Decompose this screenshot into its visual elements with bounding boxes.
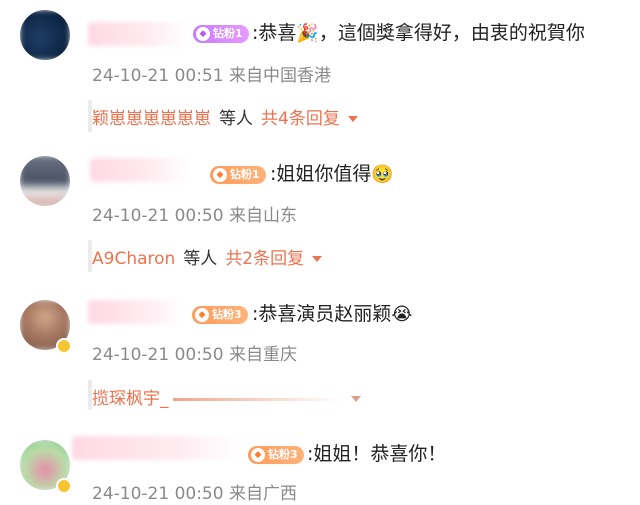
diamond-icon: ◆ bbox=[195, 308, 209, 322]
fan-badge[interactable]: ◆ 钻粉1 bbox=[210, 166, 266, 184]
fan-badge[interactable]: ◆ 钻粉3 bbox=[248, 446, 304, 464]
username-blurred[interactable] bbox=[88, 22, 188, 46]
chevron-down-icon[interactable] bbox=[312, 256, 323, 262]
fan-badge[interactable]: ◆ 钻粉3 bbox=[192, 306, 248, 324]
crying-face-icon: 😭 bbox=[391, 304, 413, 325]
username-blurred[interactable] bbox=[90, 158, 190, 182]
chevron-down-icon[interactable] bbox=[350, 396, 361, 402]
reply-names[interactable]: 颖崽崽崽崽崽崽 bbox=[92, 109, 211, 129]
comment-text: :姐姐！恭喜你！ bbox=[307, 443, 447, 465]
diamond-icon: ◆ bbox=[196, 27, 210, 41]
reply-names[interactable]: 揽琛枫宇_ bbox=[92, 389, 169, 409]
avatar[interactable] bbox=[20, 156, 70, 206]
comment-meta: 24-10-21 00:51 来自中国香港 bbox=[92, 66, 331, 86]
username-blurred[interactable] bbox=[72, 436, 242, 460]
comment-item: ◆ 钻粉1 :姐姐你值得🥹 24-10-21 00:50 来自山东 A9Char… bbox=[0, 140, 640, 280]
verified-icon bbox=[56, 338, 72, 354]
comment-meta: 24-10-21 00:50 来自重庆 bbox=[92, 345, 297, 365]
diamond-icon: ◆ bbox=[251, 448, 265, 462]
comment-item: ◆ 钻粉3 :姐姐！恭喜你！ 24-10-21 00:50 来自广西 bbox=[0, 420, 640, 505]
comment-text: :姐姐你值得🥹 bbox=[270, 163, 394, 185]
chevron-down-icon[interactable] bbox=[347, 116, 358, 122]
comment-meta: 24-10-21 00:50 来自山东 bbox=[92, 206, 297, 226]
verified-icon bbox=[56, 478, 72, 494]
fan-badge[interactable]: ◆ 钻粉1 bbox=[193, 25, 249, 43]
reply-count[interactable]: 共2条回复 bbox=[225, 249, 304, 269]
party-popper-icon: 🎉 bbox=[296, 23, 319, 44]
comment-text: :恭喜🎉，這個獎拿得好，由衷的祝賀你 bbox=[252, 22, 585, 44]
reply-summary[interactable]: A9Charon 等人 共2条回复 bbox=[92, 244, 323, 269]
reply-summary[interactable]: 颖崽崽崽崽崽崽 等人 共4条回复 bbox=[92, 104, 358, 129]
reply-summary[interactable]: 揽琛枫宇_ bbox=[92, 384, 361, 409]
comment-item: ◆ 钻粉1 :恭喜🎉，這個獎拿得好，由衷的祝賀你 24-10-21 00:51 … bbox=[0, 0, 640, 140]
comment-meta: 24-10-21 00:50 来自广西 bbox=[92, 484, 297, 504]
username-blurred[interactable] bbox=[88, 300, 183, 324]
reply-names[interactable]: A9Charon bbox=[92, 249, 175, 269]
comment-item: ◆ 钻粉3 :恭喜演员赵丽颖😭 24-10-21 00:50 来自重庆 揽琛枫宇… bbox=[0, 280, 640, 420]
reply-blurred bbox=[172, 397, 343, 401]
reply-count[interactable]: 共4条回复 bbox=[261, 109, 340, 129]
diamond-icon: ◆ bbox=[213, 168, 227, 182]
avatar[interactable] bbox=[20, 10, 70, 60]
comment-text: :恭喜演员赵丽颖😭 bbox=[252, 303, 413, 325]
teary-face-icon: 🥹 bbox=[371, 164, 394, 185]
